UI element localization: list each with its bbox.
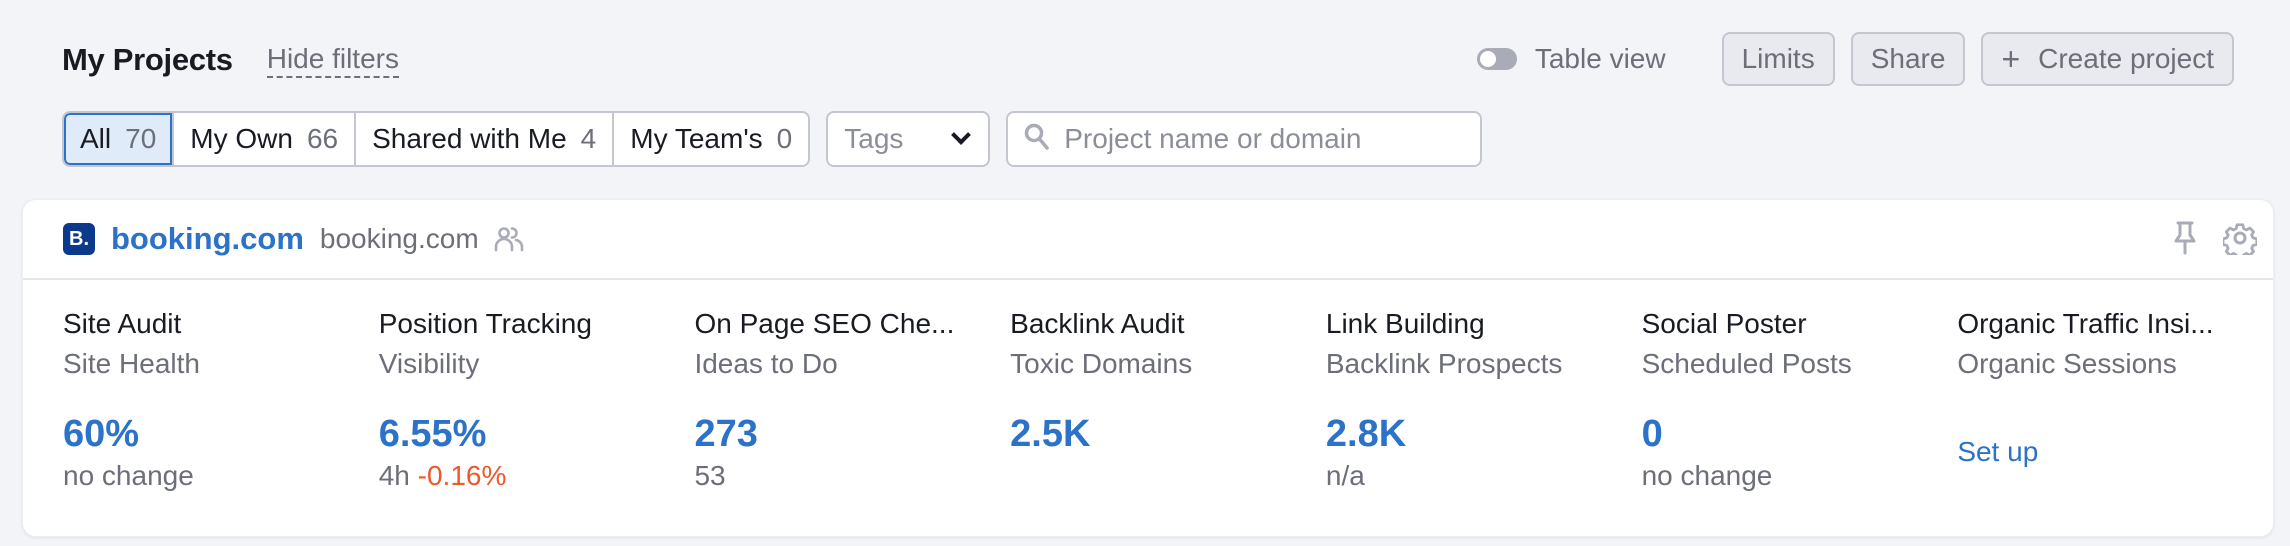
- widget-change-negative: -0.16%: [417, 460, 507, 491]
- filter-count: 4: [580, 123, 597, 154]
- project-actions: [2147, 220, 2257, 256]
- widget-subtitle: Scheduled Posts: [1641, 348, 1852, 379]
- search-box[interactable]: [1006, 111, 1483, 167]
- filter-count: 0: [776, 123, 793, 154]
- widget-on-page-seo-checker[interactable]: On Page SEO Che... Ideas to Do 273 53: [694, 304, 1010, 496]
- widget-title: Organic Traffic Insi...: [1957, 308, 2214, 339]
- page-title: My Projects: [62, 42, 233, 77]
- widget-value[interactable]: 0: [1642, 412, 1958, 456]
- share-button[interactable]: Share: [1850, 32, 1966, 86]
- create-project-button[interactable]: + Create project: [1981, 32, 2234, 86]
- widget-backlink-audit[interactable]: Backlink Audit Toxic Domains 2.5K: [1010, 304, 1326, 496]
- widget-subtitle: Organic Sessions: [1957, 348, 2177, 379]
- widget-title: Backlink Audit: [1010, 308, 1185, 339]
- widget-value[interactable]: 2.5K: [1010, 412, 1326, 456]
- widget-site-audit[interactable]: Site Audit Site Health 60% no change: [63, 304, 379, 496]
- pin-icon[interactable]: [2173, 220, 2197, 256]
- project-name-link[interactable]: booking.com: [111, 221, 304, 257]
- toolbar: Table view Limits Share + Create project: [1476, 32, 2234, 86]
- limits-button[interactable]: Limits: [1721, 32, 1835, 86]
- page-header: My Projects Hide filters: [62, 38, 399, 82]
- hide-filters-link[interactable]: Hide filters: [266, 43, 399, 78]
- widget-period: 4h: [378, 460, 410, 491]
- tags-label: Tags: [844, 123, 904, 154]
- filter-shared-with-me[interactable]: Shared with Me 4: [354, 113, 612, 165]
- toggle-switch[interactable]: [1476, 48, 1517, 70]
- widget-note: no change: [1641, 460, 1773, 491]
- filter-label: My Team's: [630, 123, 763, 154]
- widget-note: 4h -0.16%: [379, 456, 695, 496]
- project-logo: B.: [63, 223, 95, 255]
- search-icon: [1024, 123, 1050, 156]
- setup-link[interactable]: Set up: [1957, 432, 2273, 472]
- widget-note: 53: [694, 460, 726, 491]
- ownership-filter: All 70 My Own 66 Shared with Me 4 My Tea…: [62, 111, 811, 167]
- widget-subtitle: Backlink Prospects: [1325, 348, 1563, 379]
- widget-value[interactable]: 60%: [63, 412, 379, 456]
- widget-value[interactable]: 6.55%: [379, 412, 695, 456]
- project-domain: booking.com: [319, 223, 479, 254]
- filter-count: 66: [306, 123, 339, 154]
- widget-note: no change: [63, 460, 194, 491]
- widget-title: Social Poster: [1641, 308, 1807, 339]
- filter-count: 70: [125, 123, 157, 154]
- widget-subtitle: Site Health: [63, 348, 200, 379]
- widget-organic-traffic-insights[interactable]: Organic Traffic Insi... Organic Sessions…: [1957, 304, 2273, 496]
- widget-position-tracking[interactable]: Position Tracking Visibility 6.55% 4h -0…: [379, 304, 695, 496]
- filters-bar: All 70 My Own 66 Shared with Me 4 My Tea…: [62, 111, 1483, 167]
- filter-label: Shared with Me: [372, 123, 567, 154]
- table-view-toggle[interactable]: Table view: [1476, 43, 1666, 75]
- users-icon: [493, 225, 525, 253]
- widget-note: n/a: [1325, 460, 1365, 491]
- filter-my-teams[interactable]: My Team's 0: [612, 113, 808, 165]
- filter-label: My Own: [190, 123, 293, 154]
- table-view-label: Table view: [1534, 43, 1666, 74]
- widget-title: Site Audit: [63, 308, 182, 339]
- widget-value[interactable]: 2.8K: [1326, 412, 1642, 456]
- widget-subtitle: Visibility: [378, 348, 480, 379]
- project-widgets: Site Audit Site Health 60% no change Pos…: [23, 280, 2273, 496]
- tags-select[interactable]: Tags: [826, 111, 991, 167]
- filter-label: All: [80, 123, 112, 154]
- widget-title: Link Building: [1325, 308, 1485, 339]
- project-card-header: B. booking.com booking.com: [23, 200, 2273, 280]
- widget-title: Position Tracking: [378, 308, 592, 339]
- widget-subtitle: Ideas to Do: [694, 348, 838, 379]
- widget-social-poster[interactable]: Social Poster Scheduled Posts 0 no chang…: [1642, 304, 1958, 496]
- widget-title: On Page SEO Che...: [694, 308, 955, 339]
- widget-value[interactable]: 273: [694, 412, 1010, 456]
- widget-link-building[interactable]: Link Building Backlink Prospects 2.8K n/…: [1326, 304, 1642, 496]
- filter-my-own[interactable]: My Own 66: [172, 113, 354, 165]
- plus-icon: +: [2001, 41, 2021, 77]
- widget-subtitle: Toxic Domains: [1010, 348, 1193, 379]
- search-input[interactable]: [1064, 123, 1465, 155]
- chevron-down-icon: [951, 125, 972, 145]
- create-project-label: Create project: [2038, 43, 2214, 74]
- gear-icon[interactable]: [2223, 221, 2257, 255]
- filter-all[interactable]: All 70: [64, 113, 173, 165]
- project-card: B. booking.com booking.com Site Audit Si…: [22, 199, 2274, 537]
